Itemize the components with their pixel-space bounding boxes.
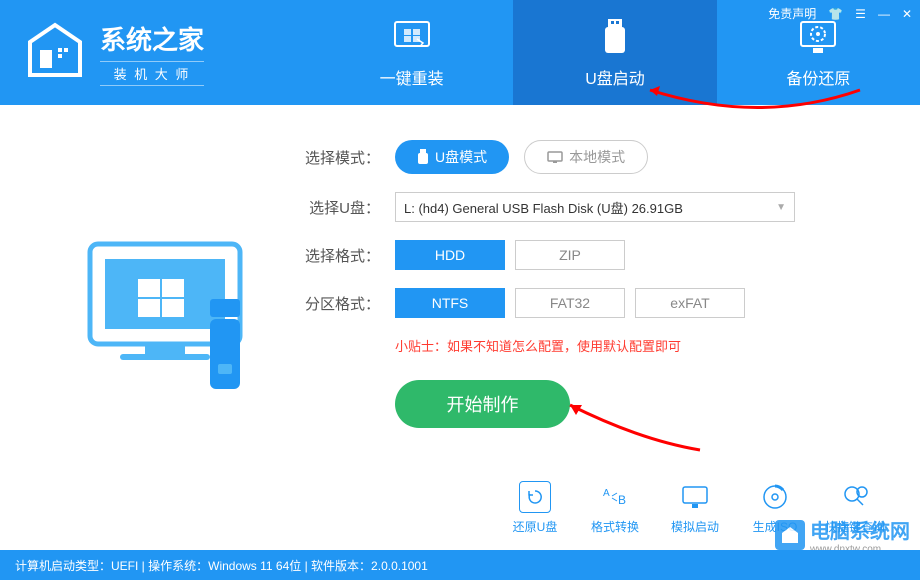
usb-select-dropdown[interactable]: L: (hd4) General USB Flash Disk (U盘) 26.…: [395, 192, 795, 222]
tool-format-convert[interactable]: AB 格式转换: [585, 481, 645, 535]
tip-text: 小贴士：如果不知道怎么配置，使用默认配置即可: [395, 336, 860, 355]
form-area: 选择模式： U盘模式 本地模式 选择U盘： L: (hd4) General U…: [280, 140, 860, 428]
watermark: 电脑系统网 www.dnxtw.com: [775, 515, 910, 555]
start-button[interactable]: 开始制作: [395, 380, 570, 428]
hotkey-icon: [839, 481, 871, 513]
minimize-icon[interactable]: —: [878, 7, 890, 21]
tab-label: U盘启动: [585, 65, 645, 89]
format-label: 选择格式：: [300, 245, 380, 266]
logo-area: 系统之家 装 机 大 师: [0, 13, 310, 93]
usb-mode-button[interactable]: U盘模式: [395, 140, 509, 174]
local-mode-button[interactable]: 本地模式: [524, 140, 648, 174]
partition-label: 分区格式：: [300, 293, 380, 314]
monitor-icon: [679, 481, 711, 513]
skin-icon[interactable]: 👕: [828, 7, 843, 21]
restore-icon: [519, 481, 551, 513]
chevron-down-icon: ▼: [776, 202, 786, 213]
tab-label: 备份还原: [786, 65, 850, 89]
format-zip-button[interactable]: ZIP: [515, 240, 625, 270]
disc-icon: [759, 481, 791, 513]
window-controls: 免责声明 👕 ☰ — ✕: [768, 5, 912, 22]
svg-text:A: A: [603, 488, 610, 499]
content-area: 选择模式： U盘模式 本地模式 选择U盘： L: (hd4) General U…: [0, 105, 920, 428]
partition-exfat-button[interactable]: exFAT: [635, 288, 745, 318]
tool-simulate-boot[interactable]: 模拟启动: [665, 481, 725, 535]
monitor-small-icon: [547, 151, 563, 163]
illustration: [60, 200, 280, 428]
disclaimer-link[interactable]: 免责声明: [768, 5, 816, 22]
usb-small-icon: [417, 149, 429, 165]
settings-icon[interactable]: ☰: [855, 7, 866, 21]
svg-text:B: B: [618, 493, 626, 507]
reinstall-icon: [392, 17, 432, 57]
usb-icon: [595, 17, 635, 57]
status-bar: 计算机启动类型：UEFI | 操作系统：Windows 11 64位 | 软件版…: [0, 550, 920, 580]
format-hdd-button[interactable]: HDD: [395, 240, 505, 270]
logo-title: 系统之家: [100, 20, 204, 57]
logo-subtitle: 装 机 大 师: [100, 61, 204, 86]
convert-icon: AB: [599, 481, 631, 513]
partition-ntfs-button[interactable]: NTFS: [395, 288, 505, 318]
usb-select-label: 选择U盘：: [300, 197, 380, 218]
mode-label: 选择模式：: [300, 147, 380, 168]
tab-label: 一键重装: [380, 65, 444, 89]
tool-restore-usb[interactable]: 还原U盘: [505, 481, 565, 535]
app-logo-icon: [15, 13, 95, 93]
tab-reinstall[interactable]: 一键重装: [310, 0, 513, 105]
tab-usb-boot[interactable]: U盘启动: [513, 0, 716, 105]
partition-fat32-button[interactable]: FAT32: [515, 288, 625, 318]
backup-icon: [798, 17, 838, 57]
watermark-logo-icon: [775, 520, 805, 550]
close-icon[interactable]: ✕: [902, 7, 912, 21]
